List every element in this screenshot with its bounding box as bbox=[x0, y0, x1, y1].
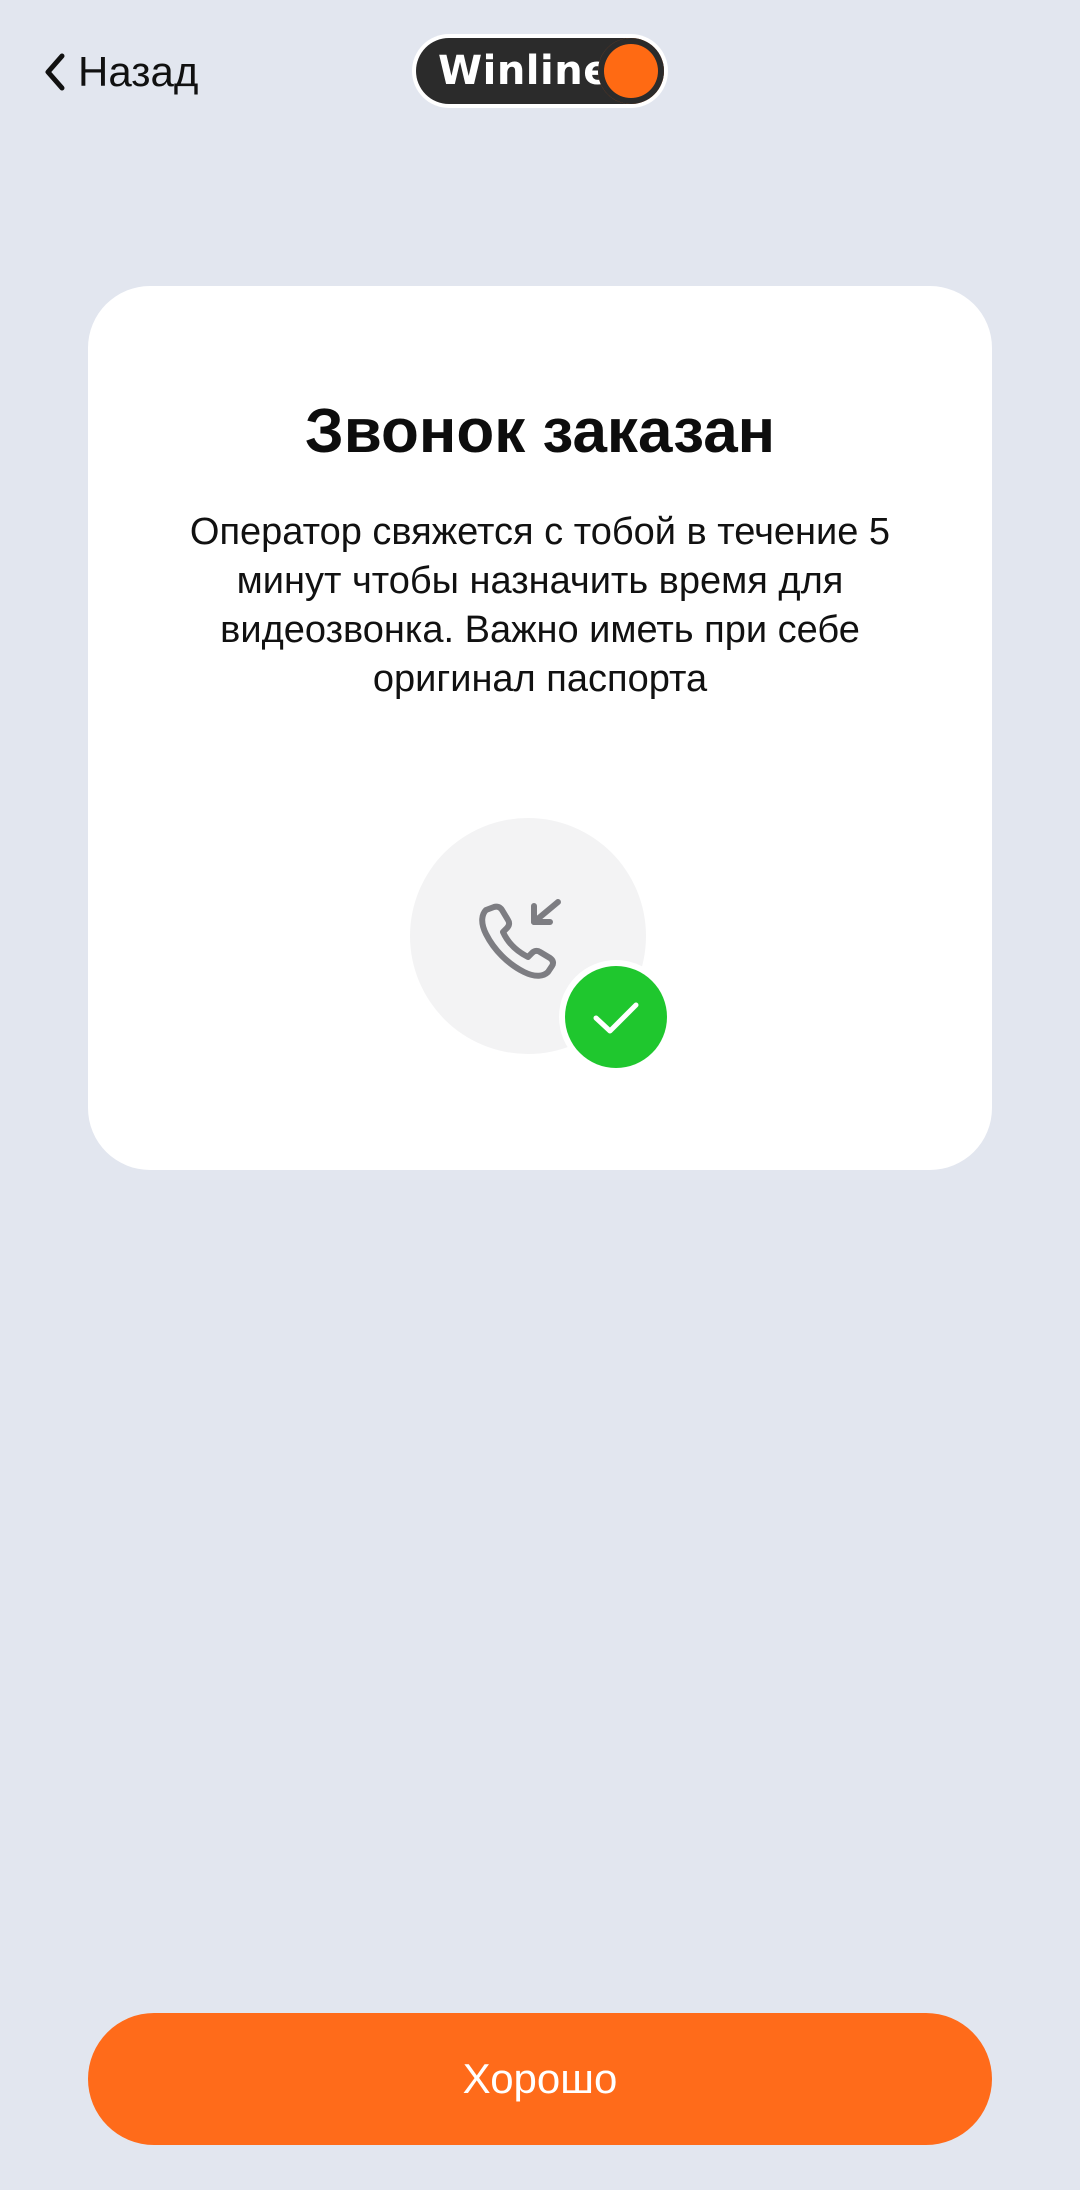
winline-logo: Winline bbox=[416, 38, 664, 104]
incoming-call-icon bbox=[479, 899, 561, 979]
checkmark-icon bbox=[593, 1002, 639, 1034]
top-bar: Назад Winline bbox=[0, 0, 1080, 150]
ok-button-label: Хорошо bbox=[462, 2055, 618, 2102]
back-button[interactable]: Назад bbox=[40, 40, 198, 104]
page-title: Звонок заказан bbox=[304, 397, 776, 466]
confirmation-card: Звонок заказан Оператор свяжется с тобой… bbox=[88, 286, 992, 1170]
logo-orange-dot bbox=[598, 38, 664, 104]
ok-button[interactable]: Хорошо bbox=[88, 2013, 992, 2145]
card-description: Оператор свяжется с тобой в течение 5 ми… bbox=[189, 511, 891, 700]
logo-text: Winline bbox=[438, 48, 611, 94]
back-label: Назад bbox=[78, 48, 199, 95]
success-badge bbox=[565, 966, 667, 1068]
call-ordered-illustration bbox=[410, 818, 710, 1098]
chevron-left-icon bbox=[45, 53, 65, 91]
